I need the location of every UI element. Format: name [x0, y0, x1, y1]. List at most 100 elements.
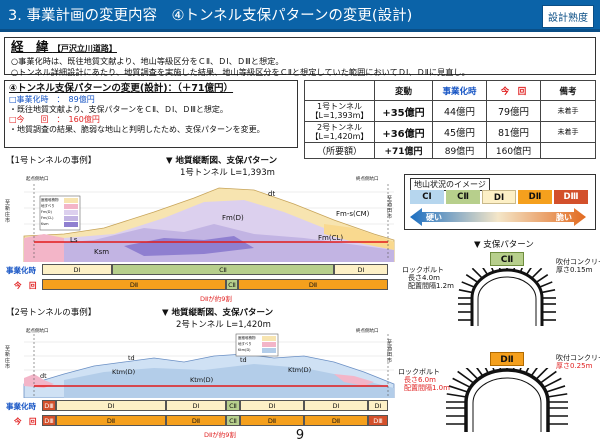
tunnel2-geo-td1: td — [128, 354, 135, 362]
ground-class-d3: DⅢ — [554, 190, 588, 204]
background-line-2: ○トンネル詳細設計にあたり、地質調査を実施した結果、地山等級区分をＣⅡと想定して… — [11, 67, 470, 77]
row-name: 2号トンネル 【L=1,420m】 — [304, 121, 375, 143]
total-current: 160億円 — [486, 142, 541, 159]
background-heading-text: 経 緯 — [11, 39, 49, 54]
tunnel1-geo-fmcl: Fm(CL) — [318, 234, 344, 242]
tunnel2-bar-label-project: 事業化時 — [6, 402, 36, 411]
support-segment: DⅡ — [56, 415, 166, 426]
rock-bolt — [541, 289, 556, 294]
tunnel1-figure-title: ▼ 地質縦断図、支保パターン — [166, 156, 278, 166]
row-current: 81億円 — [486, 121, 541, 143]
support-d2-thickness: 厚さ0.25m — [556, 362, 593, 370]
page-number: 9 — [295, 428, 305, 443]
tunnel2-geo-ktm3: Ktm(D) — [190, 376, 214, 384]
support-segment: DⅠ — [56, 400, 166, 411]
ground-class-d2: DⅡ — [518, 190, 552, 204]
tunnel2-end-label: 終点側坑口 — [356, 329, 379, 334]
tunnel1-geo-ksm: Ksm — [94, 248, 110, 256]
cost-header-note: 備考 — [540, 80, 596, 101]
tunnel2-current-bar: DⅢ DⅡ DⅡ CⅡ DⅡ DⅡ DⅢ — [42, 415, 388, 427]
row-name-text: 1号トンネル — [317, 102, 362, 111]
rock-bolt — [539, 281, 553, 289]
support-segment: CⅡ — [226, 400, 240, 411]
support-c2-badge: CⅡ — [490, 252, 524, 266]
total-name: （所要額） — [304, 142, 375, 159]
tunnel1-geo-fms: Fm-s(CM) — [336, 210, 370, 218]
row-at-project: 45億円 — [432, 121, 487, 143]
background-heading-sub: 【戸沢立川道路】 — [52, 44, 117, 53]
rock-bolt — [547, 393, 568, 398]
support-c2-rockbolt: ロックボルト 長さ4.0m 配置間隔1.2m — [402, 266, 454, 290]
row-change: +36億円 — [374, 121, 433, 143]
row-at-project: 44億円 — [432, 100, 487, 122]
row-note: 未着手 — [540, 100, 596, 122]
tunnel2-left-side: 至新庄市 — [5, 346, 11, 370]
tunnel1-legend: 崖錐堆積物 地すべり Fm(D) Fm(CL) Ksm — [41, 197, 63, 227]
cost-header-change: 変動 — [374, 80, 433, 101]
support-segment: CⅡ — [226, 279, 238, 290]
support-segment: DⅡ — [238, 279, 388, 290]
support-segment: DⅡ — [166, 415, 226, 426]
ground-class-d1: DⅠ — [482, 190, 516, 204]
support-d2-shotcrete: 吹付コンクリート 厚さ0.25m — [556, 354, 600, 370]
cost-header-blank — [304, 80, 375, 101]
row-note: 未着手 — [540, 121, 596, 143]
tunnel1-left-side: 至新庄市 — [5, 200, 11, 224]
current-note: ・地質調査の結果、脆弱な地山と判明したため、支保パターンを変更。 — [9, 125, 265, 134]
support-c2-spacing: 配置間隔1.2m — [408, 282, 454, 290]
cost-header-at-project: 事業化時 — [432, 80, 487, 101]
cost-table-header: 変動 事業化時 今 回 備考 — [304, 80, 596, 101]
support-d2-shotcrete-label: 吹付コンクリート — [556, 354, 600, 362]
support-segment: DⅠ — [368, 400, 388, 411]
rock-bolt — [531, 268, 543, 279]
tunnel2-section-label: 【2号トンネルの事例】 — [6, 308, 97, 318]
support-d2-length: 長さ6.0m — [404, 376, 436, 384]
table-row-total: （所要額） +71億円 89億円 160億円 — [304, 142, 596, 159]
total-change: +71億円 — [374, 142, 433, 159]
support-segment: DⅠ — [42, 264, 112, 275]
total-note — [540, 142, 596, 159]
rock-bolt — [471, 268, 483, 279]
table-row: 1号トンネル 【L=1,393m】 +35億円 44億円 79億円 未着手 — [304, 100, 596, 122]
tunnel2-start-label: 起点側坑口 — [26, 329, 49, 334]
tunnel1-section-label: 【1号トンネルの事例】 — [6, 156, 97, 166]
tunnel2-geo-dt: dt — [40, 372, 47, 380]
support-segment: DⅠ — [166, 400, 226, 411]
row-name-sub: 【L=1,420m】 — [310, 132, 369, 141]
support-c2-rockbolt-label: ロックボルト — [402, 266, 444, 274]
tunnel2-figure-title: ▼ 地質縦断図、支保パターン — [162, 308, 274, 318]
tunnel1-start-label: 起点側坑口 — [26, 177, 49, 182]
support-pattern-title: ▼ 支保パターン — [474, 240, 534, 250]
tunnel2-legend: 崖錐堆積物 地すべり Ktm(D) — [238, 335, 260, 353]
rock-bolt — [458, 289, 473, 294]
rock-bolt — [465, 274, 479, 284]
background-line-1: ○事業化時は、既往地質文献より、地山等級区分をＣⅡ、ＤⅠ、ＤⅢと想定。 — [11, 56, 284, 66]
current-label: □今 回 ： 160億円 — [9, 115, 100, 124]
tunnel1-geo-dt: dt — [268, 190, 276, 198]
change-box: ④トンネル支保パターンの変更(設計)：（＋71億円） □事業化時 ： 89億円 … — [4, 80, 298, 148]
tunnel1-project-bar: DⅠ CⅡ DⅠ — [42, 264, 388, 276]
support-c2-shotcrete: 吹付コンクリート 厚さ0.15m — [556, 258, 600, 274]
background-box: 経 緯 【戸沢立川道路】 ○事業化時は、既往地質文献より、地山等級区分をＣⅡ、Ｄ… — [4, 37, 596, 77]
rock-bolt — [545, 385, 566, 393]
tunnel1-right-side: 至酒田市 — [387, 196, 393, 220]
background-heading: 経 緯 【戸沢立川道路】 — [11, 40, 589, 56]
tunnel1-end-label: 終点側坑口 — [356, 177, 379, 182]
tunnel2-geo-ktm2: Ktm(D) — [288, 366, 312, 374]
support-segment: CⅡ — [112, 264, 334, 275]
row-name-sub: 【L=1,393m】 — [310, 111, 369, 120]
cost-header-current: 今 回 — [486, 80, 541, 101]
rock-bolt — [446, 393, 467, 398]
tunnel2-legend-item: Ktm(D) — [238, 348, 251, 352]
tunnel2-geo-ktm1: Ktm(D) — [112, 368, 136, 376]
support-segment: DⅡ — [240, 415, 304, 426]
support-segment: DⅡ — [304, 415, 368, 426]
ground-class-c1: CⅠ — [410, 190, 444, 204]
tunnel1-current-bar: DⅡ CⅡ DⅡ — [42, 279, 388, 291]
table-row: 2号トンネル 【L=1,420m】 +36億円 45億円 81億円 未着手 — [304, 121, 596, 143]
tunnel1-bar-label-project: 事業化時 — [6, 266, 36, 275]
row-name-text: 2号トンネル — [317, 123, 362, 132]
support-segment: DⅠ — [304, 400, 368, 411]
support-d2-rockbolt: ロックボルト 長さ6.0m 配置間隔1.0m — [398, 368, 450, 392]
rock-bolt — [461, 281, 475, 289]
